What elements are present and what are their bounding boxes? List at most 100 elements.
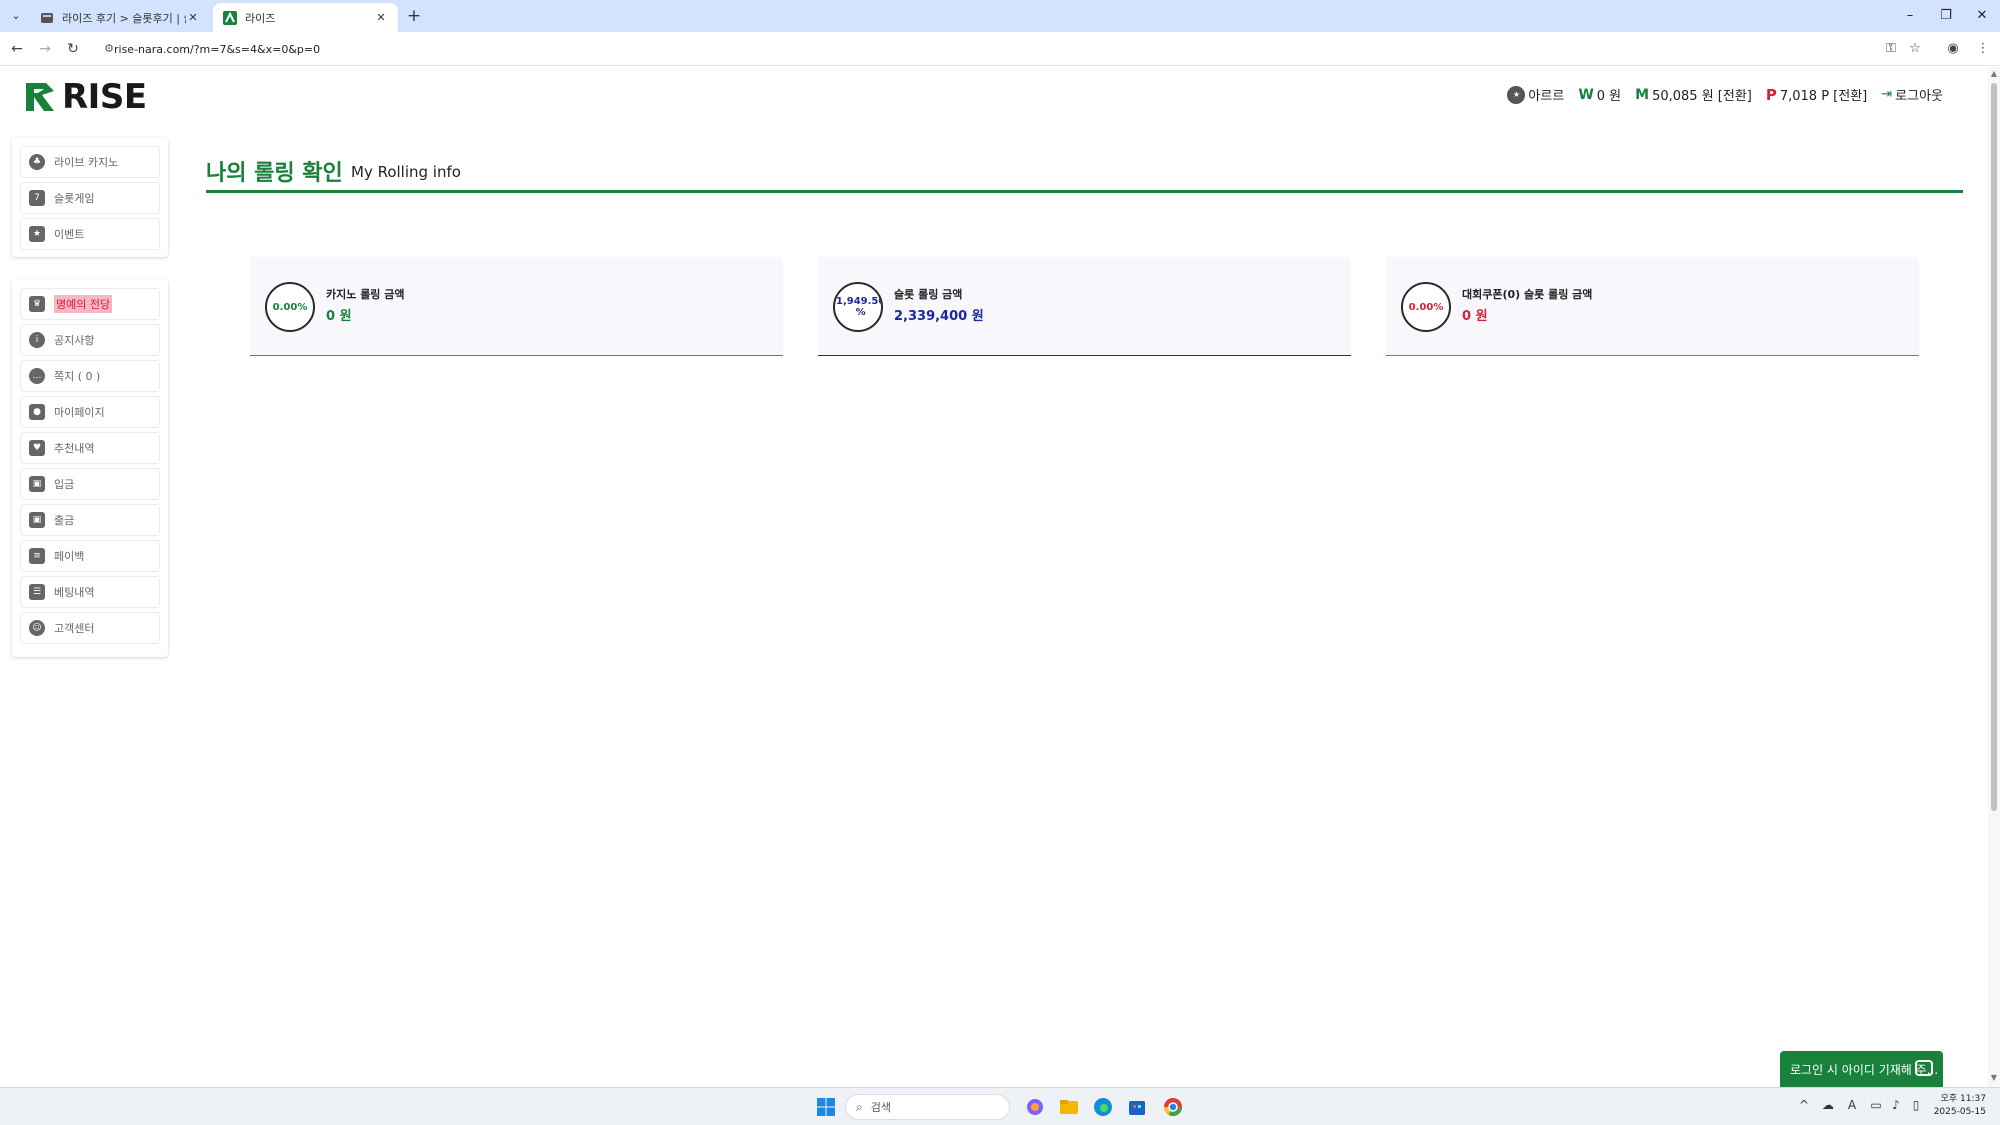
address-bar: ← → ↻ ⚙ rise-nara.com/?m=7&s=4&x=0&p=0 ⚿… (0, 32, 2000, 66)
sidebar-item-label: 이벤트 (54, 228, 85, 241)
new-tab-plus-icon[interactable]: + (404, 6, 424, 26)
sidebar-item-deposit[interactable]: ▣ 입금 (20, 468, 160, 500)
browser-tab-rise[interactable]: 라이즈 ✕ (213, 3, 398, 32)
battery-icon[interactable]: ▯ (1907, 1098, 1925, 1112)
logout-button[interactable]: ⇥ 로그아웃 (1881, 85, 1943, 104)
file-explorer-icon[interactable] (1058, 1096, 1080, 1118)
browser-tab-review[interactable]: 라이즈 후기 > 슬롯후기 | 슬롯 ✕ (30, 3, 210, 32)
sidebar-item-support[interactable]: ☺ 고객센터 (20, 612, 160, 644)
clock-date: 2025-05-15 (1933, 1107, 1986, 1117)
slot-icon: 7 (29, 190, 45, 206)
taskbar-clock[interactable]: 오후 11:37 2025-05-15 (1930, 1093, 1986, 1119)
info-icon: i (29, 332, 45, 348)
sidebar-item-label: 쪽지 ( 0 ) (54, 370, 101, 383)
betting-icon: ☰ (29, 584, 45, 600)
sidebar-item-payback[interactable]: ≡ 페이백 (20, 540, 160, 572)
windows-taskbar: ⌕ 검색 ^ ☁ A ▭ ♪ ▯ 오후 11:37 2025-05-15 (0, 1087, 2000, 1125)
chrome-browser-icon[interactable] (1162, 1096, 1184, 1118)
logout-label: 로그아웃 (1895, 89, 1943, 104)
page-title: 나의 롤링 확인 (206, 161, 343, 186)
chat-icon: … (29, 368, 45, 384)
copilot-icon[interactable] (1024, 1096, 1046, 1118)
rolling-percent-ring: 0.00% (265, 282, 315, 332)
taskbar-search-input[interactable]: ⌕ 검색 (845, 1094, 1010, 1120)
sidebar-item-label: 마이페이지 (54, 406, 105, 419)
sidebar-game-menu: ♣ 라이브 카지노 7 슬롯게임 ★ 이벤트 (12, 137, 168, 257)
password-key-icon[interactable]: ⚿ (1880, 38, 1902, 60)
scrollbar-thumb[interactable] (1991, 83, 1997, 811)
sidebar-item-messages[interactable]: … 쪽지 ( 0 ) (20, 360, 160, 392)
sidebar-item-label: 추천내역 (54, 442, 95, 455)
rise-logo-mark-icon (26, 83, 54, 111)
live-chat-widget[interactable]: 로그인 시 아이디 기재해 주... (1780, 1051, 1943, 1087)
star-icon: ★ (29, 226, 45, 242)
tray-overflow-chevron-icon[interactable]: ^ (1795, 1098, 1813, 1112)
ime-language-icon[interactable]: A (1843, 1098, 1861, 1112)
tab-close-icon[interactable]: ✕ (186, 11, 200, 24)
page-scrollbar[interactable]: ▲ ▼ (1988, 67, 2000, 1087)
sidebar-item-referral[interactable]: ♥ 추천내역 (20, 432, 160, 464)
username: 아르르 (1528, 89, 1565, 104)
page-favicon-icon (41, 12, 53, 23)
site-logo[interactable]: RISE (24, 77, 147, 117)
sidebar-user-menu: ♛ 명예의 전당 i 공지사항 … 쪽지 ( 0 ) ● 마이페이지 ♥ 추천내… (12, 279, 168, 657)
menu-dots-icon[interactable]: ⋮ (1972, 38, 1994, 60)
reload-icon[interactable]: ↻ (62, 38, 84, 60)
url-field[interactable]: ⚙ rise-nara.com/?m=7&s=4&x=0&p=0 (98, 37, 1882, 61)
sidebar-item-withdraw[interactable]: ▣ 출금 (20, 504, 160, 536)
sidebar-item-label: 명예의 전당 (54, 295, 113, 313)
minimize-button[interactable]: – (1892, 4, 1928, 28)
point-balance[interactable]: P 7,018 P [전환] (1765, 85, 1868, 105)
windows-start-icon[interactable] (815, 1096, 837, 1118)
sidebar-item-live-casino[interactable]: ♣ 라이브 카지노 (20, 146, 160, 178)
rolling-percent-ring: 0.00% (1401, 282, 1451, 332)
page-subtitle: My Rolling info (351, 163, 461, 181)
store-icon[interactable] (1126, 1096, 1148, 1118)
cash-balance: W 0 원 (1578, 85, 1621, 105)
mileage-symbol: M (1635, 86, 1650, 103)
tab-title: 라이즈 (245, 11, 276, 25)
scroll-down-arrow-icon[interactable]: ▼ (1988, 1073, 2000, 1085)
sidebar-item-betting-history[interactable]: ☰ 베팅내역 (20, 576, 160, 608)
slot-rolling-card: 1,949.50 % 슬롯 롤링 금액 2,339,400 원 (818, 257, 1351, 356)
rolling-card-amount: 0 원 (326, 309, 352, 324)
forward-arrow-icon[interactable]: → (34, 38, 56, 60)
mileage-balance[interactable]: M 50,085 원 [전환] (1635, 85, 1752, 105)
sidebar-item-label: 슬롯게임 (54, 192, 95, 205)
tournament-coupon-rolling-card: 0.00% 대회쿠폰(0) 슬롯 롤링 금액 0 원 (1386, 257, 1919, 356)
back-arrow-icon[interactable]: ← (6, 38, 28, 60)
user-profile[interactable]: ★ 아르르 (1507, 85, 1564, 104)
onedrive-cloud-icon[interactable]: ☁ (1819, 1098, 1837, 1112)
close-window-button[interactable]: ✕ (1964, 4, 2000, 28)
scroll-up-arrow-icon[interactable]: ▲ (1988, 69, 2000, 81)
sidebar-item-label: 공지사항 (54, 334, 95, 347)
network-icon[interactable]: ▭ (1867, 1098, 1885, 1112)
sidebar-item-label: 페이백 (54, 550, 85, 563)
edge-browser-icon[interactable] (1092, 1096, 1114, 1118)
browser-tab-strip: ⌄ 라이즈 후기 > 슬롯후기 | 슬롯 ✕ 라이즈 ✕ + – ❐ ✕ (0, 0, 2000, 32)
sidebar-item-label: 출금 (54, 514, 75, 527)
profile-icon[interactable]: ◉ (1942, 38, 1964, 60)
sidebar-item-label: 입금 (54, 478, 75, 491)
page-header: 나의 롤링 확인 My Rolling info (206, 155, 1963, 193)
sidebar-item-event[interactable]: ★ 이벤트 (20, 218, 160, 250)
point-value: 7,018 P [전환] (1779, 89, 1868, 104)
sidebar-item-label: 고객센터 (54, 622, 95, 635)
url-text: rise-nara.com/?m=7&s=4&x=0&p=0 (114, 42, 321, 56)
restore-button[interactable]: ❐ (1928, 4, 1964, 28)
clock-time: 오후 11:37 (1940, 1094, 1986, 1104)
sidebar-item-mypage[interactable]: ● 마이페이지 (20, 396, 160, 428)
sidebar-item-notice[interactable]: i 공지사항 (20, 324, 160, 356)
search-placeholder: 검색 (870, 1101, 891, 1114)
tab-search-chevron-icon[interactable]: ⌄ (6, 6, 26, 26)
tab-close-icon[interactable]: ✕ (374, 11, 388, 24)
trophy-icon: ♛ (29, 296, 45, 312)
point-symbol: P (1765, 85, 1777, 104)
volume-icon[interactable]: ♪ (1887, 1098, 1905, 1112)
casino-icon: ♣ (29, 154, 45, 170)
sidebar-item-hall-of-fame[interactable]: ♛ 명예의 전당 (20, 288, 160, 320)
rolling-card-amount: 0 원 (1462, 309, 1488, 324)
sidebar-item-slot-game[interactable]: 7 슬롯게임 (20, 182, 160, 214)
rolling-card-label: 대회쿠폰(0) 슬롯 롤링 금액 (1462, 288, 1593, 301)
bookmark-star-icon[interactable]: ☆ (1904, 38, 1926, 60)
